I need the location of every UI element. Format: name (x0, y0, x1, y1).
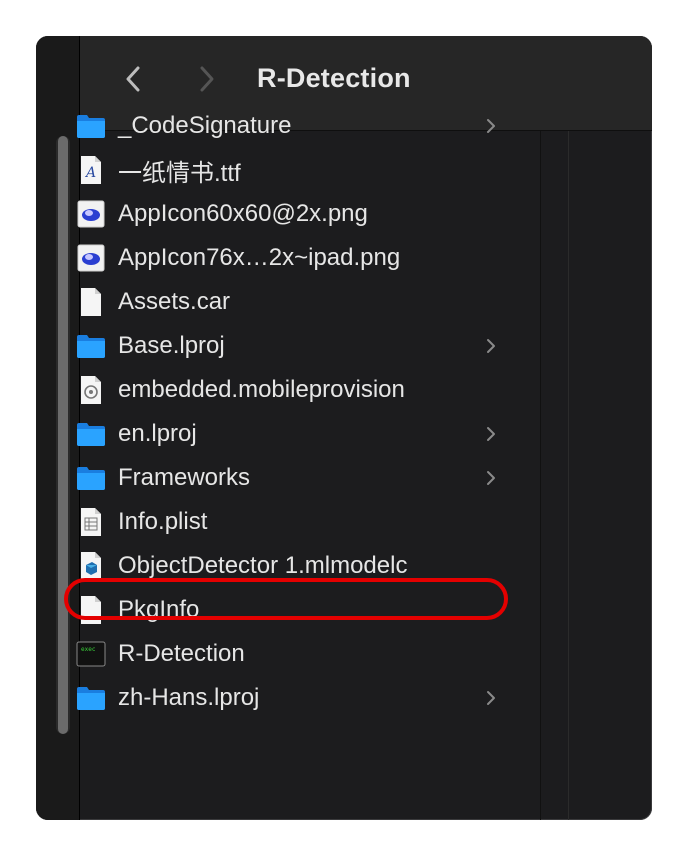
file-name: AppIcon60x60@2x.png (118, 200, 368, 227)
file-row[interactable]: A 一纸情书.ttf (62, 148, 502, 192)
folder-icon (76, 111, 106, 141)
document-icon (76, 287, 106, 317)
file-row[interactable]: PkgInfo (62, 588, 502, 632)
window-title: R-Detection (257, 63, 411, 93)
folder-row[interactable]: _CodeSignature (62, 104, 502, 148)
file-row[interactable]: AppIcon76x…2x~ipad.png (62, 236, 502, 280)
forward-button[interactable] (192, 64, 222, 94)
file-name: Info.plist (118, 508, 208, 535)
file-name: PkgInfo (118, 596, 200, 623)
folder-row[interactable]: Base.lproj (62, 324, 502, 368)
file-name: Frameworks (118, 464, 251, 491)
file-row[interactable]: ObjectDetector 1.mlmodelc (62, 544, 502, 588)
folder-icon (76, 463, 106, 493)
plist-file-icon (76, 507, 106, 537)
folder-icon (76, 331, 106, 361)
file-name: ObjectDetector 1.mlmodelc (118, 552, 408, 579)
file-row[interactable]: exec R-Detection (62, 632, 502, 676)
folder-row[interactable]: en.lproj (62, 412, 502, 456)
column-divider[interactable] (540, 131, 541, 820)
file-name: Assets.car (118, 288, 231, 315)
folder-icon (76, 683, 106, 713)
image-file-icon (76, 199, 106, 229)
file-name: en.lproj (118, 420, 197, 447)
file-list: _CodeSignature A 一纸情书.ttf AppIcon60x60@2x.p… (62, 104, 502, 720)
executable-icon: exec (76, 639, 106, 669)
back-button[interactable] (118, 64, 148, 94)
font-file-icon: A (76, 155, 106, 185)
file-row[interactable]: Info.plist (62, 500, 502, 544)
document-icon (76, 595, 106, 625)
chevron-left-icon (126, 66, 140, 92)
image-file-icon (76, 243, 106, 273)
file-name: AppIcon76x…2x~ipad.png (118, 244, 401, 271)
column-divider (568, 131, 569, 820)
chevron-right-icon[interactable] (484, 336, 498, 356)
file-row[interactable]: embedded.mobileprovision (62, 368, 502, 412)
folder-icon (76, 419, 106, 449)
folder-row[interactable]: Frameworks (62, 456, 502, 500)
chevron-right-icon[interactable] (484, 116, 498, 136)
file-name: _CodeSignature (118, 112, 292, 139)
chevron-right-icon[interactable] (484, 424, 498, 444)
file-row[interactable]: AppIcon60x60@2x.png (62, 192, 502, 236)
provision-file-icon (76, 375, 106, 405)
folder-row[interactable]: zh-Hans.lproj (62, 676, 502, 720)
file-name: embedded.mobileprovision (118, 376, 405, 403)
file-name: 一纸情书.ttf (118, 159, 241, 187)
chevron-right-icon[interactable] (484, 688, 498, 708)
chevron-right-icon[interactable] (484, 468, 498, 488)
file-name: zh-Hans.lproj (118, 684, 260, 711)
file-name: R-Detection (118, 640, 245, 667)
svg-text:A: A (84, 165, 96, 181)
file-name: Base.lproj (118, 332, 225, 359)
file-row[interactable]: Assets.car (62, 280, 502, 324)
svg-text:exec: exec (81, 646, 96, 653)
chevron-right-icon (200, 66, 214, 92)
mlmodel-file-icon (76, 551, 106, 581)
